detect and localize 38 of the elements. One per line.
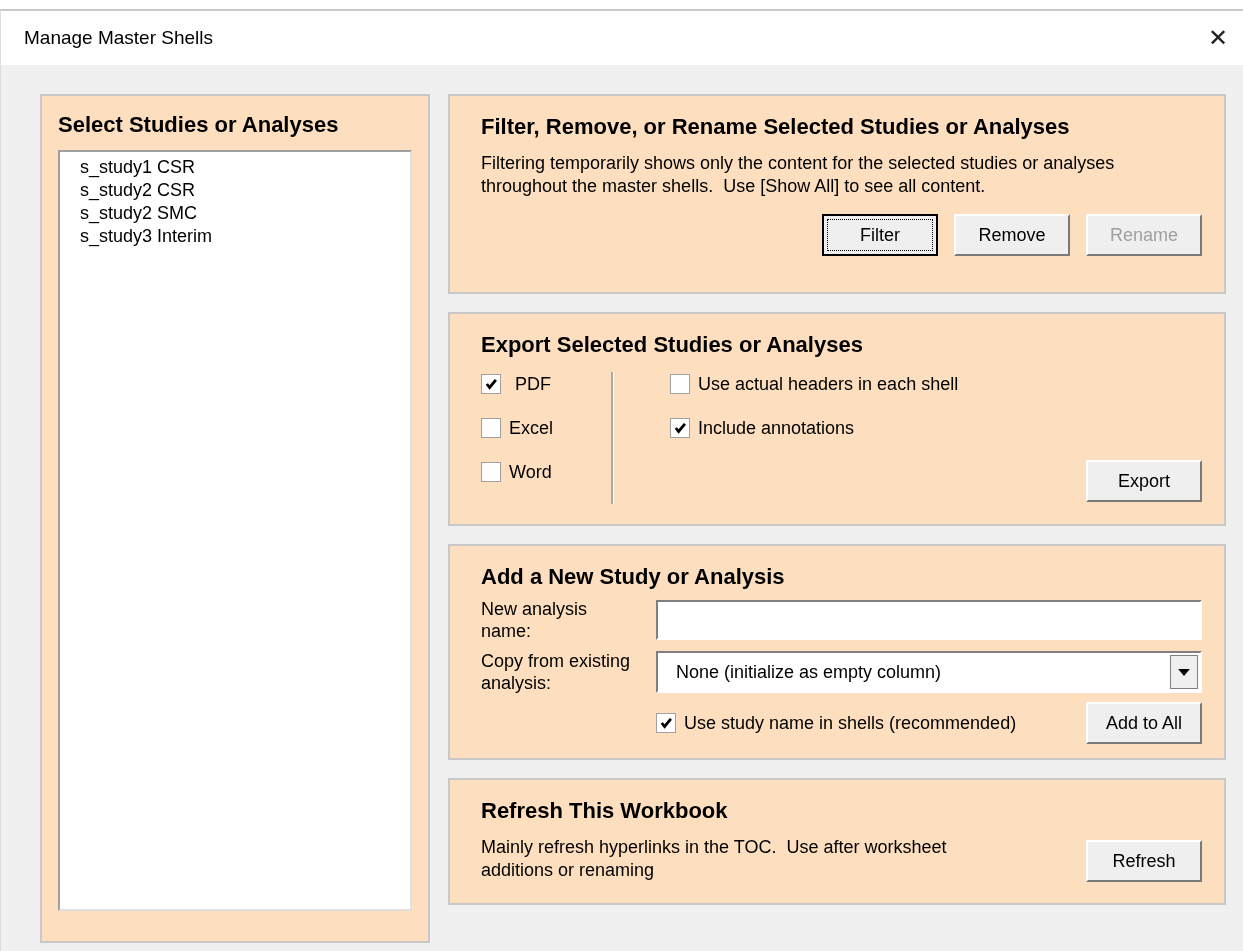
panel-description: Filtering temporarily shows only the content for the selected studies or analyses throughout the master shells. Use [Show All] to see all content. (481, 152, 1116, 198)
panel-heading: Filter, Remove, or Rename Selected Studies or Analyses (481, 114, 1071, 140)
panel-heading: Export Selected Studies or Analyses (481, 332, 864, 358)
checkbox[interactable] (481, 462, 501, 482)
checkbox-label: Include annotations (698, 417, 855, 439)
window-title: Manage Master Shells (24, 27, 214, 49)
action-button[interactable]: Remove (954, 214, 1070, 256)
check-icon (673, 421, 687, 435)
refresh-button[interactable]: Refresh (1086, 840, 1202, 882)
field-label: New analysis name: (481, 598, 589, 642)
checkbox-label: Excel (509, 417, 553, 439)
list-item[interactable]: s_study2 CSR (60, 179, 216, 202)
checkbox[interactable] (670, 418, 690, 438)
action-button[interactable]: Filter (822, 214, 938, 256)
export-button[interactable]: Export (1086, 460, 1202, 502)
field-label: Copy from existing analysis: (481, 650, 631, 694)
check-icon (659, 716, 673, 730)
panel-heading: Select Studies or Analyses (58, 112, 340, 138)
close-button[interactable]: ✕ (1193, 23, 1243, 53)
checkbox[interactable] (481, 418, 501, 438)
checkbox[interactable] (670, 374, 690, 394)
list-item[interactable]: s_study1 CSR (60, 156, 216, 179)
list-item[interactable]: s_study3 Interim (60, 225, 233, 248)
panel-description: Mainly refresh hyperlinks in the TOC. Use after worksheet additions or renaming (481, 836, 948, 882)
checkbox[interactable] (656, 713, 676, 733)
check-icon (484, 377, 498, 391)
checkbox-label: Use study name in shells (recommended) (684, 712, 1017, 734)
dropdown-arrow-icon (1178, 668, 1190, 676)
checkbox-label: Word (509, 461, 552, 483)
checkbox-label: PDF (515, 373, 551, 395)
add-to-all-button[interactable]: Add to All (1086, 702, 1202, 744)
list-item[interactable]: s_study2 SMC (60, 202, 218, 225)
panel-heading: Add a New Study or Analysis (481, 564, 786, 590)
checkbox-label: Use actual headers in each shell (698, 373, 959, 395)
dropdown-field[interactable]: None (initialize as empty column) (656, 651, 1202, 693)
panel-heading: Refresh This Workbook (481, 798, 729, 824)
checkbox[interactable] (481, 374, 501, 394)
input-field[interactable] (656, 600, 1202, 640)
